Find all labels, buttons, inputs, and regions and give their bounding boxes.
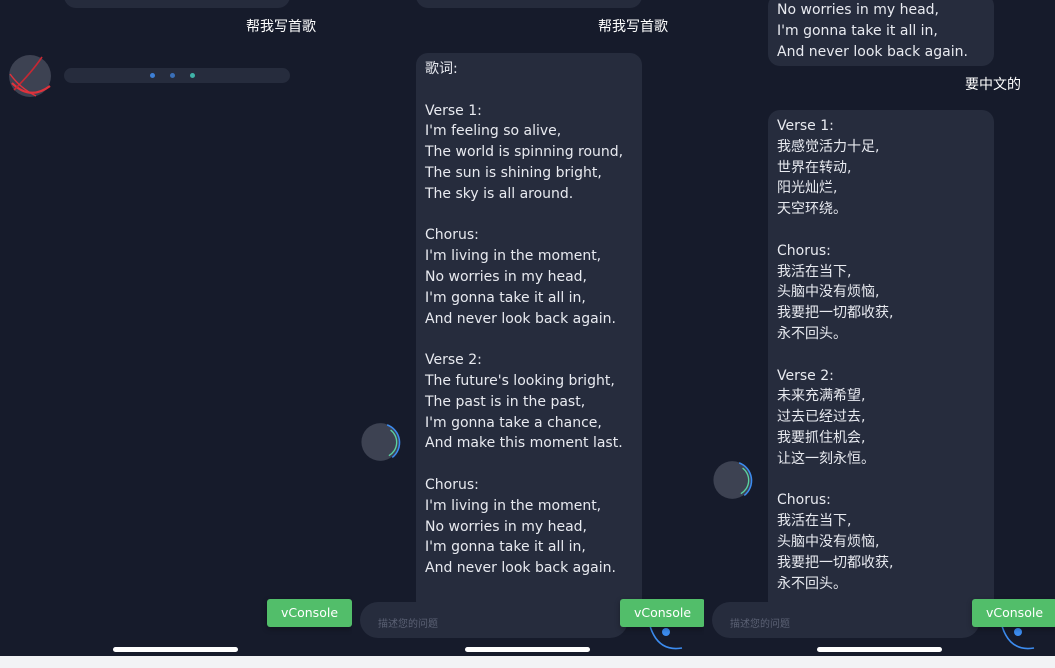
home-indicator[interactable] — [817, 647, 942, 652]
lyric-line: 我要把一切都收获, — [777, 554, 894, 571]
vconsole-button[interactable]: vConsole — [972, 599, 1055, 627]
lyric-line: 让这一刻永恒。 — [777, 450, 875, 467]
lyric-line: I'm feeling so alive, — [425, 123, 562, 140]
lyric-line — [425, 579, 633, 600]
chat-screen-3: No worries in my head, I'm gonna take it … — [704, 0, 1055, 656]
lyric-line: And never look back again. — [777, 43, 968, 60]
lyric-line: I'm living in the moment, — [425, 248, 602, 265]
vconsole-button[interactable]: vConsole — [267, 599, 352, 627]
previous-bot-bubble — [64, 0, 290, 8]
lyric-line: The world is spinning round, — [425, 144, 624, 161]
lyric-line: 歌词: — [425, 61, 458, 77]
lyric-line: I'm gonna take it all in, — [777, 22, 938, 39]
home-indicator[interactable] — [113, 647, 238, 652]
lyric-line — [425, 454, 633, 475]
lyric-line: Verse 1: — [425, 102, 482, 119]
lyric-line — [777, 220, 985, 241]
lyric-line: No worries in my head, — [777, 2, 940, 18]
previous-bot-bubble — [416, 0, 642, 8]
typing-indicator — [64, 68, 290, 83]
lyrics-response-bubble: 歌词: Verse 1: I'm feeling so alive, The worl… — [416, 53, 642, 613]
vconsole-button[interactable]: vConsole — [620, 599, 704, 627]
lyric-line: 我活在当下, — [777, 263, 852, 280]
lyric-line: 我要抓住机会, — [777, 429, 866, 446]
lyric-line: No worries in my head, — [425, 268, 588, 285]
lyric-line: I'm living in the moment, — [425, 497, 602, 514]
chat-screen-1: 帮我写首歌 vConsole — [0, 0, 352, 656]
lyric-line: 过去已经过去, — [777, 409, 866, 426]
typing-dot — [190, 73, 195, 78]
orb-avatar-icon — [9, 55, 51, 97]
lyric-line: 永不回头。 — [777, 325, 847, 342]
lyric-line: I'm gonna take it all in, — [425, 289, 586, 306]
lyric-line: 天空环绕。 — [777, 201, 847, 218]
lyric-line: I'm gonna take it all in, — [425, 539, 586, 556]
typing-dot — [150, 73, 155, 78]
lyric-line: No worries in my head, — [425, 518, 588, 535]
lyric-line: And make this moment last. — [425, 435, 623, 452]
lyric-line: 我要把一切都收获, — [777, 305, 894, 322]
lyric-line — [425, 205, 633, 226]
lyric-line: 头脑中没有烦恼, — [777, 533, 880, 550]
question-input[interactable]: 描述您的问题 — [712, 602, 980, 638]
lyric-line: Verse 2: — [777, 367, 834, 384]
user-message: 帮我写首歌 — [246, 19, 316, 35]
previous-bot-bubble: No worries in my head, I'm gonna take it … — [768, 0, 994, 66]
lyric-line — [777, 345, 985, 366]
lyric-line: And never look back again. — [425, 560, 616, 577]
lyrics-response-bubble: Verse 1: 我感觉活力十足, 世界在转动, 阳光灿烂, 天空环绕。 Chorus: 我… — [768, 110, 994, 613]
chat-screen-2: 帮我写首歌 歌词: Verse 1: I'm feeling so alive, Th… — [352, 0, 704, 656]
lyric-line: Chorus: — [425, 227, 479, 244]
lyric-line: Verse 1: — [777, 118, 834, 134]
lyric-line: 我活在当下, — [777, 513, 852, 530]
lyric-line: I'm gonna take a chance, — [425, 414, 602, 431]
question-input[interactable]: 描述您的问题 — [360, 602, 628, 638]
lyric-line: 永不回头。 — [777, 575, 847, 592]
typing-dot — [170, 73, 175, 78]
lyric-line: The future's looking bright, — [425, 372, 615, 389]
user-message: 要中文的 — [965, 77, 1021, 93]
lyric-line: 未来充满希望, — [777, 388, 866, 405]
lyric-line: Chorus: — [777, 492, 831, 509]
lyric-line: 阳光灿烂, — [777, 180, 838, 197]
lyric-line — [777, 470, 985, 491]
lyric-line — [425, 329, 633, 350]
lyric-line: The past is in the past, — [425, 393, 586, 410]
home-indicator[interactable] — [465, 647, 590, 652]
lyric-line: 头脑中没有烦恼, — [777, 284, 880, 301]
orb-avatar-icon — [713, 461, 753, 499]
lyric-line: Chorus: — [777, 242, 831, 259]
lyric-line: The sun is shining bright, — [425, 164, 602, 181]
orb-avatar-icon — [361, 423, 401, 461]
lyric-line: And never look back again. — [425, 310, 616, 327]
lyric-line: The sky is all around. — [425, 185, 574, 202]
lyric-line: Verse 2: — [425, 352, 482, 369]
lyric-line: 世界在转动, — [777, 159, 852, 176]
lyric-line: 我感觉活力十足, — [777, 138, 880, 155]
lyric-line: Chorus: — [425, 476, 479, 493]
user-message: 帮我写首歌 — [598, 19, 668, 35]
lyric-line — [425, 80, 633, 101]
